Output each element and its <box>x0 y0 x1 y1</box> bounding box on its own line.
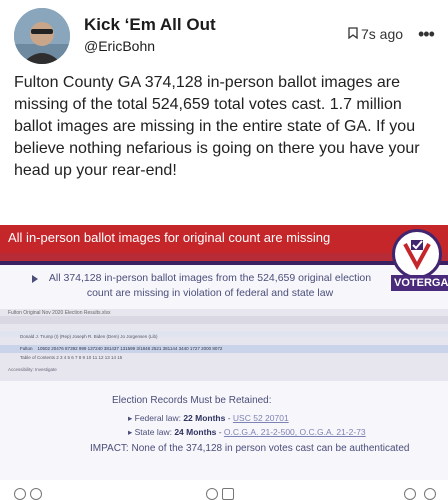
spreadsheet-sheet-tabs: Table of Contents 2 3 4 5 6 7 8 9 10 11 … <box>20 355 123 360</box>
records-title: Election Records Must be Retained: <box>112 395 272 406</box>
spreadsheet-toolbar <box>0 316 448 324</box>
post-body: Fulton County GA 374,128 in-person ballo… <box>14 74 420 179</box>
spreadsheet-screenshot: Fulton Original Nov 2020 Election Result… <box>0 309 448 381</box>
spreadsheet-data-row: Fulton 10502 20476 87392 999 137240 3814… <box>20 346 222 351</box>
spreadsheet-status: Accessibility: Investigate <box>8 367 57 372</box>
federal-law-ref: USC 52 20701 <box>232 413 289 423</box>
impact-statement: IMPACT: None of the 374,128 in person vo… <box>90 443 410 454</box>
like-count-icon <box>424 488 436 500</box>
comment-icon[interactable] <box>14 488 26 500</box>
avatar[interactable] <box>14 8 70 64</box>
state-law-line: ▸ State law: 24 Months - O.C.G.A. 21-2-5… <box>128 427 366 437</box>
slide-claim: All 374,128 in-person ballot images from… <box>48 272 372 299</box>
slide-strip-dark <box>0 261 448 265</box>
spreadsheet-row-label: Fulton <box>20 346 33 351</box>
bookmark-icon[interactable] <box>348 26 358 42</box>
more-options-icon[interactable]: ••• <box>418 24 435 45</box>
voterga-logo-icon <box>392 229 442 279</box>
share-icon[interactable] <box>222 488 234 500</box>
state-law-value: 24 Months <box>174 427 217 437</box>
slide-banner: All in-person ballot images for original… <box>0 225 448 253</box>
like-icon[interactable] <box>404 488 416 500</box>
author-handle[interactable]: @EricBohn <box>84 38 155 54</box>
voterga-label: VOTERGA <box>391 275 448 291</box>
federal-law-value: 22 Months <box>183 413 226 423</box>
post-image[interactable]: All in-person ballot images for original… <box>0 225 448 480</box>
state-law-label: State law: <box>134 427 175 437</box>
time-ago-label: 7s ago <box>361 26 404 42</box>
reply-count-icon <box>30 488 42 500</box>
bullet-arrow-icon <box>32 275 38 283</box>
spreadsheet-row-values: 10502 20476 87392 999 137240 381437 1315… <box>37 346 223 351</box>
spreadsheet-header: Donald J. Trump (I) (Rep) Joseph R. Bide… <box>20 334 158 339</box>
post-actions-bar <box>0 488 448 500</box>
author-name[interactable]: Kick ‘Em All Out <box>84 15 216 35</box>
slide-banner-text: All in-person ballot images for original… <box>8 230 331 245</box>
federal-law-label: Federal law: <box>134 413 184 423</box>
slide-strip <box>0 253 448 261</box>
post-header: Kick ‘Em All Out @EricBohn 7s ago ••• <box>0 0 448 64</box>
repost-icon[interactable] <box>206 488 218 500</box>
post-time: 7s ago <box>348 26 403 42</box>
federal-law-line: ▸ Federal law: 22 Months - USC 52 20701 <box>128 413 289 423</box>
state-law-ref: O.C.G.A. 21-2-500, O.C.G.A. 21-2-73 <box>223 427 366 437</box>
